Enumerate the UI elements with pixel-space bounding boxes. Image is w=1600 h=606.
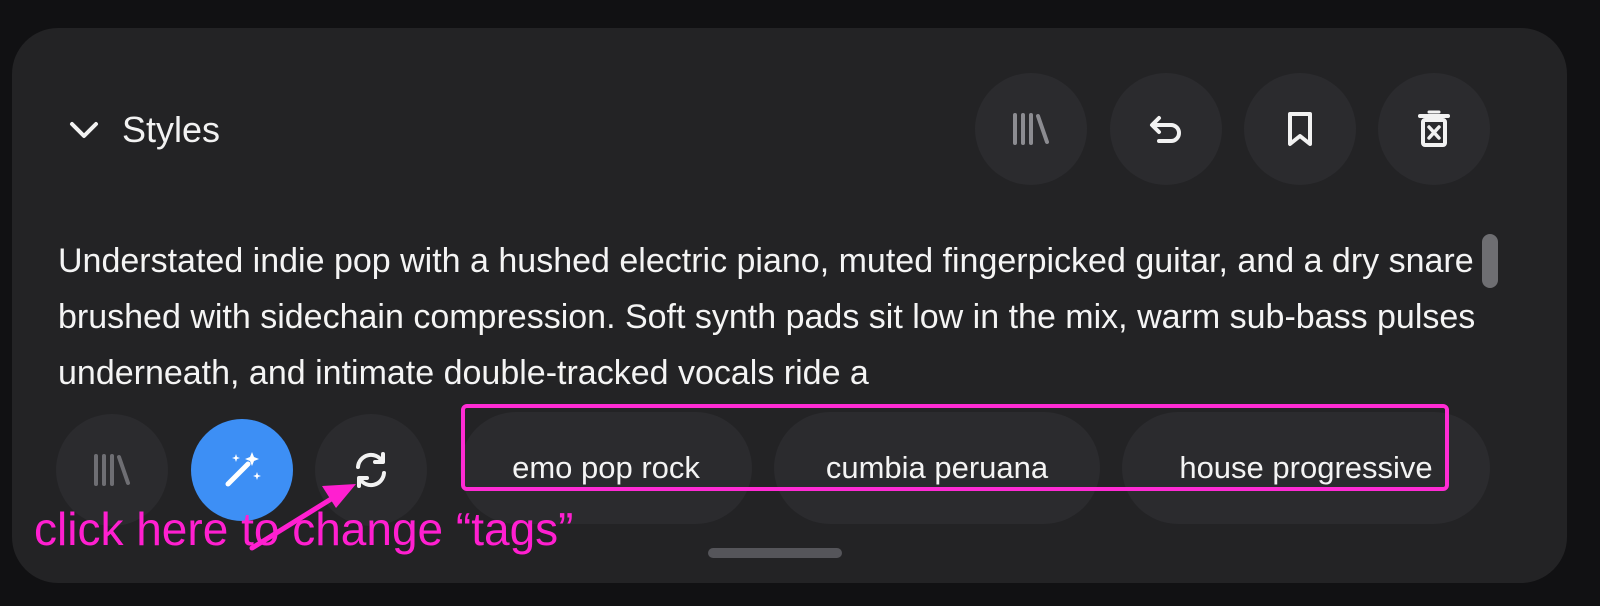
styles-header: Styles — [12, 28, 1567, 228]
tag-chip[interactable]: cumbia peruana — [774, 412, 1100, 524]
magic-wand-icon — [225, 452, 261, 487]
style-library-button[interactable] — [975, 73, 1087, 185]
style-description-text[interactable]: Understated indie pop with a hushed elec… — [58, 233, 1478, 423]
chevron-down-icon — [70, 122, 98, 138]
library-icon — [1013, 113, 1049, 145]
annotation-text: click here to change “tags” — [34, 503, 574, 555]
description-scrollbar[interactable] — [1482, 234, 1498, 288]
panel-title: Styles — [122, 109, 221, 150]
clear-styles-button[interactable] — [1378, 73, 1490, 185]
panel-drag-handle[interactable] — [708, 548, 842, 558]
library-icon — [94, 454, 130, 486]
undo-icon — [1150, 116, 1181, 143]
tag-chip[interactable]: house progressive — [1122, 412, 1490, 524]
tag-suggestions: emo pop rock cumbia peruana house progre… — [460, 412, 1490, 524]
refresh-icon — [356, 452, 386, 488]
undo-button[interactable] — [1110, 73, 1222, 185]
bookmark-icon — [1288, 112, 1312, 146]
collapse-styles-button[interactable]: Styles — [68, 110, 220, 150]
delete-icon — [1418, 110, 1450, 147]
save-style-button[interactable] — [1244, 73, 1356, 185]
